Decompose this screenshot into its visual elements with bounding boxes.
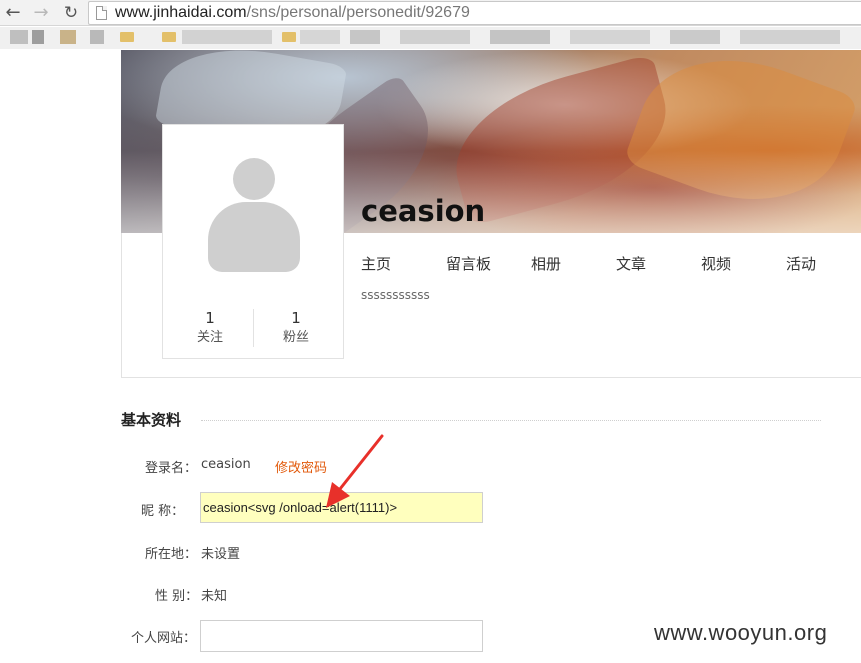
back-arrow-icon[interactable]: ← <box>2 2 24 24</box>
page-icon <box>96 6 107 20</box>
login-name-label: 登录名： <box>145 461 198 476</box>
tab-home[interactable]: 主页 <box>361 253 391 274</box>
bookmarks-bar <box>0 27 861 49</box>
bookmark-label-blurred[interactable] <box>300 30 340 44</box>
nickname-label: 昵 称： <box>141 504 185 519</box>
folder-icon[interactable] <box>282 32 296 42</box>
bookmark-label-blurred[interactable] <box>570 30 650 44</box>
fans-label: 粉丝 <box>282 330 309 345</box>
browser-toolbar: ← → ↻ www.jinhaidai.com/sns/personal/per… <box>0 0 861 26</box>
watermark: www.wooyun.org <box>654 620 828 645</box>
bookmark-favicon-blurred <box>32 30 44 44</box>
tab-activities[interactable]: 活动 <box>786 253 816 274</box>
annotation-arrow-icon <box>326 434 384 508</box>
section-divider <box>201 420 821 421</box>
bookmark-favicon-blurred <box>60 30 76 44</box>
fans-count: 1 <box>291 309 301 327</box>
follow-label: 关注 <box>196 330 223 345</box>
login-name-value: ceasion <box>201 457 251 472</box>
bookmark-label-blurred[interactable] <box>400 30 470 44</box>
tab-articles[interactable]: 文章 <box>616 253 646 274</box>
bookmark-label-blurred[interactable] <box>182 30 272 44</box>
profile-username: ceasion <box>361 194 486 228</box>
gender-label: 性 别： <box>155 589 199 604</box>
url-host: www.jinhaidai.com <box>115 4 247 21</box>
follow-count: 1 <box>205 309 215 327</box>
follow-stat[interactable]: 1 关注 <box>165 308 255 348</box>
forward-arrow-icon[interactable]: → <box>30 2 52 24</box>
bookmark-favicon-blurred <box>10 30 28 44</box>
address-bar[interactable]: www.jinhaidai.com/sns/personal/personedi… <box>88 1 861 25</box>
url-path: /sns/personal/personedit/92679 <box>246 4 470 21</box>
folder-icon[interactable] <box>162 32 176 42</box>
address-url: www.jinhaidai.com/sns/personal/personedi… <box>115 4 470 22</box>
website-input[interactable] <box>200 620 483 652</box>
bookmark-label-blurred[interactable] <box>740 30 840 44</box>
bookmark-label-blurred[interactable] <box>350 30 380 44</box>
fans-stat[interactable]: 1 粉丝 <box>251 308 341 348</box>
folder-icon[interactable] <box>120 32 134 42</box>
section-title-basic-info: 基本资料 <box>121 411 182 429</box>
bookmark-label-blurred[interactable] <box>670 30 720 44</box>
tab-album[interactable]: 相册 <box>531 253 561 274</box>
gender-value: 未知 <box>201 589 228 604</box>
location-label: 所在地： <box>145 547 198 562</box>
bookmark-favicon-blurred <box>90 30 104 44</box>
avatar-card: 1 关注 1 粉丝 <box>162 124 344 359</box>
website-label: 个人网站： <box>131 631 197 646</box>
location-value: 未设置 <box>201 547 241 562</box>
bookmark-label-blurred[interactable] <box>490 30 550 44</box>
tab-guestbook[interactable]: 留言板 <box>446 253 491 274</box>
profile-signature: sssssssssss <box>361 288 430 302</box>
default-avatar-icon[interactable] <box>205 158 303 273</box>
page-content: 1 关注 1 粉丝 ceasion 主页 留言板 相册 文章 视频 活动 sss… <box>0 50 861 663</box>
tab-videos[interactable]: 视频 <box>701 253 731 274</box>
reload-icon[interactable]: ↻ <box>60 2 82 24</box>
